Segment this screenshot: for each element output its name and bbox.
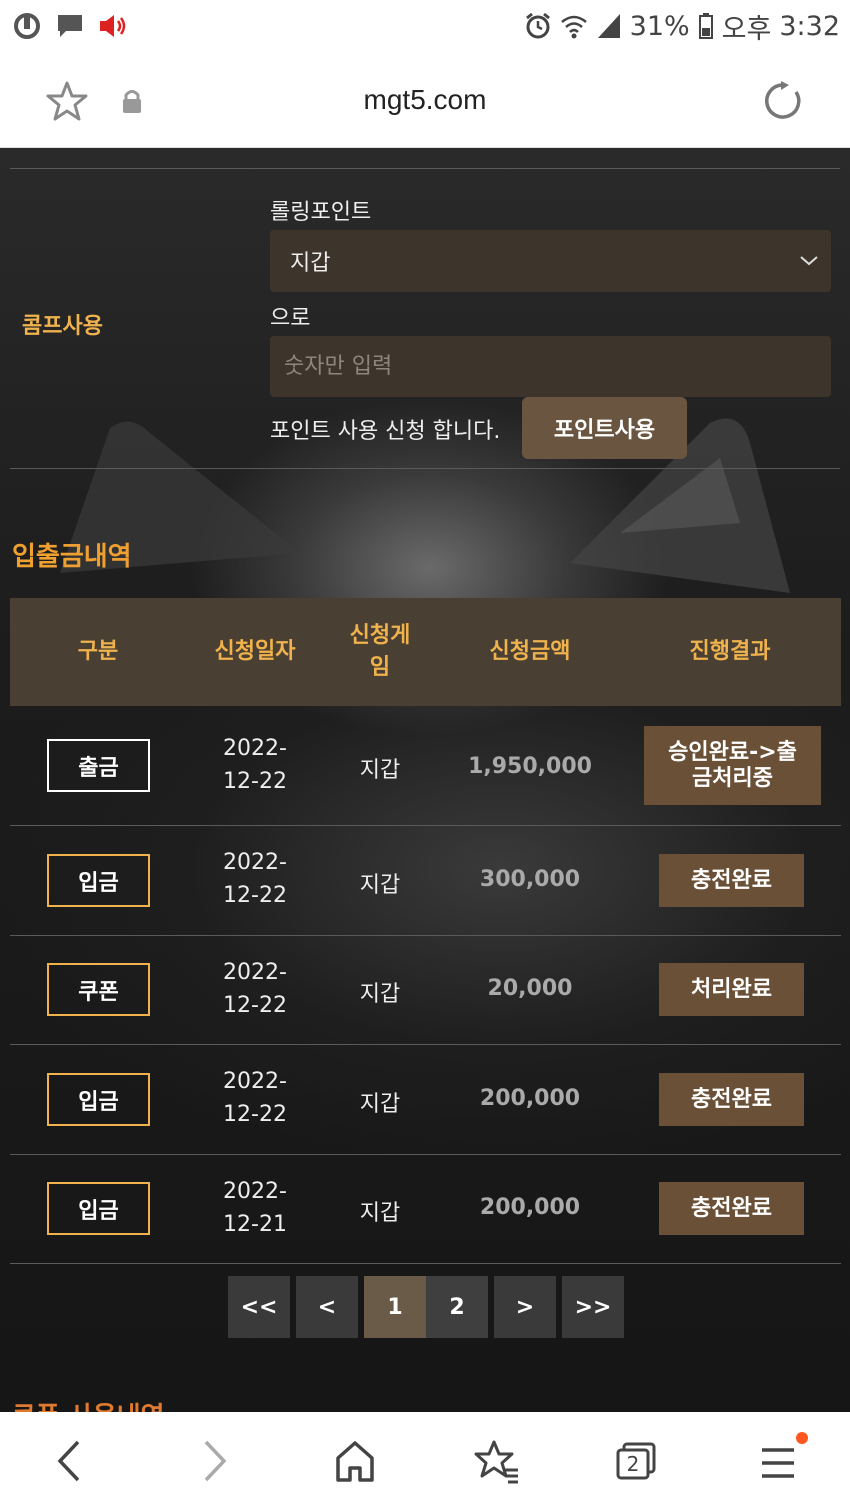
battery-percent: 31%: [629, 10, 690, 42]
reload-icon[interactable]: [762, 80, 804, 122]
status-right: 31% 오후 3:32: [524, 7, 840, 46]
header-amount: 신청금액: [489, 639, 571, 664]
row-game: 지갑: [359, 758, 401, 783]
wifi-icon: [560, 15, 587, 39]
first-page-button[interactable]: <<: [228, 1276, 290, 1338]
type-badge: 입금: [47, 1182, 150, 1235]
row-game: 지갑: [359, 982, 401, 1007]
prev-page-button[interactable]: <: [296, 1276, 358, 1338]
status-left: [12, 13, 128, 39]
divider: [10, 168, 840, 169]
next-page-button[interactable]: >: [494, 1276, 556, 1338]
tab-count: 2: [626, 1452, 640, 1476]
address-bar: mgt5.com: [0, 52, 850, 148]
volume-icon: [100, 15, 126, 37]
type-badge: 입금: [47, 854, 150, 907]
header-result: 진행결과: [689, 639, 771, 664]
home-icon[interactable]: [334, 1436, 376, 1486]
row-amount: 1,950,000: [468, 754, 592, 779]
row-result: 충전완료: [659, 854, 804, 907]
point-use-button[interactable]: 포인트사용: [522, 397, 687, 459]
row-result: 충전완료: [659, 1073, 804, 1126]
table-row: 입금 2022- 12-22 지갑 200,000 충전완료: [10, 1045, 841, 1155]
type-badge: 쿠폰: [47, 963, 150, 1016]
history-table-header: 구분 신청일자 신청게 임 신청금액 진행결과: [10, 598, 841, 706]
status-bar: 31% 오후 3:32: [0, 0, 850, 52]
message-icon: [58, 15, 82, 37]
row-result: 승인완료->출 금처리중: [644, 726, 821, 805]
apply-text: 포인트 사용 신청 합니다.: [270, 419, 501, 444]
page-1-button[interactable]: 1: [364, 1276, 426, 1338]
status-ampm: 오후: [721, 13, 772, 45]
comp-label: 콤프사용: [22, 314, 103, 339]
row-game: 지갑: [359, 873, 401, 898]
battery-icon: [698, 13, 713, 39]
alarm-icon: [525, 12, 550, 39]
table-row: 입금 2022- 12-21 지갑 200,000 충전완료: [10, 1155, 841, 1264]
coupon-history-title: 쿠폰 사용내역: [12, 1396, 165, 1412]
notification-dot: [796, 1432, 808, 1444]
row-date: 2022- 12-22: [223, 736, 287, 794]
wallet-select-value: 지갑: [290, 251, 331, 276]
browser-bottom-nav: 2: [0, 1412, 850, 1511]
chevron-down-icon: [800, 256, 818, 266]
header-type: 구분: [77, 639, 119, 664]
tabs-button[interactable]: 2: [614, 1436, 660, 1486]
row-result: 충전완료: [659, 1182, 804, 1235]
row-amount: 200,000: [479, 1195, 581, 1220]
row-date: 2022- 12-22: [223, 1069, 287, 1127]
status-time: 3:32: [779, 10, 840, 42]
app-notification-icon: [14, 13, 40, 39]
point-amount-input[interactable]: [270, 336, 831, 397]
row-amount: 300,000: [479, 867, 581, 892]
header-date: 신청일자: [214, 639, 296, 664]
wallet-select[interactable]: 지갑: [270, 230, 831, 292]
table-row: 출금 2022- 12-22 지갑 1,950,000 승인완료->출 금처리중: [10, 706, 841, 826]
row-result: 처리완료: [659, 963, 804, 1016]
row-amount: 20,000: [487, 976, 573, 1001]
url-text[interactable]: mgt5.com: [0, 84, 850, 116]
row-date: 2022- 12-22: [223, 960, 287, 1018]
row-date: 2022- 12-21: [223, 1179, 287, 1237]
page-2-button[interactable]: 2: [426, 1276, 488, 1338]
divider: [10, 468, 840, 469]
pagination: << < 1 2 > >>: [228, 1276, 624, 1338]
menu-icon: [762, 1448, 794, 1478]
history-title: 입출금내역: [12, 542, 132, 572]
forward-icon[interactable]: [198, 1436, 232, 1486]
to-label: 으로: [270, 306, 311, 331]
table-row: 쿠폰 2022- 12-22 지갑 20,000 처리완료: [10, 936, 841, 1045]
bookmarks-icon[interactable]: [474, 1436, 520, 1486]
type-badge: 입금: [47, 1073, 150, 1126]
row-game: 지갑: [359, 1092, 401, 1117]
header-game: 신청게 임: [349, 623, 411, 680]
row-date: 2022- 12-22: [223, 850, 287, 908]
type-badge: 출금: [47, 739, 150, 792]
page-content: 콤프사용 롤링포인트 지갑 으로 포인트 사용 신청 합니다. 포인트사용 입출…: [0, 148, 850, 1412]
rolling-point-label: 롤링포인트: [270, 200, 372, 225]
signal-icon: [597, 14, 620, 38]
last-page-button[interactable]: >>: [562, 1276, 624, 1338]
row-game: 지갑: [359, 1201, 401, 1226]
row-amount: 200,000: [479, 1086, 581, 1111]
menu-button[interactable]: [760, 1432, 810, 1486]
back-icon[interactable]: [52, 1436, 86, 1486]
table-row: 입금 2022- 12-22 지갑 300,000 충전완료: [10, 826, 841, 936]
